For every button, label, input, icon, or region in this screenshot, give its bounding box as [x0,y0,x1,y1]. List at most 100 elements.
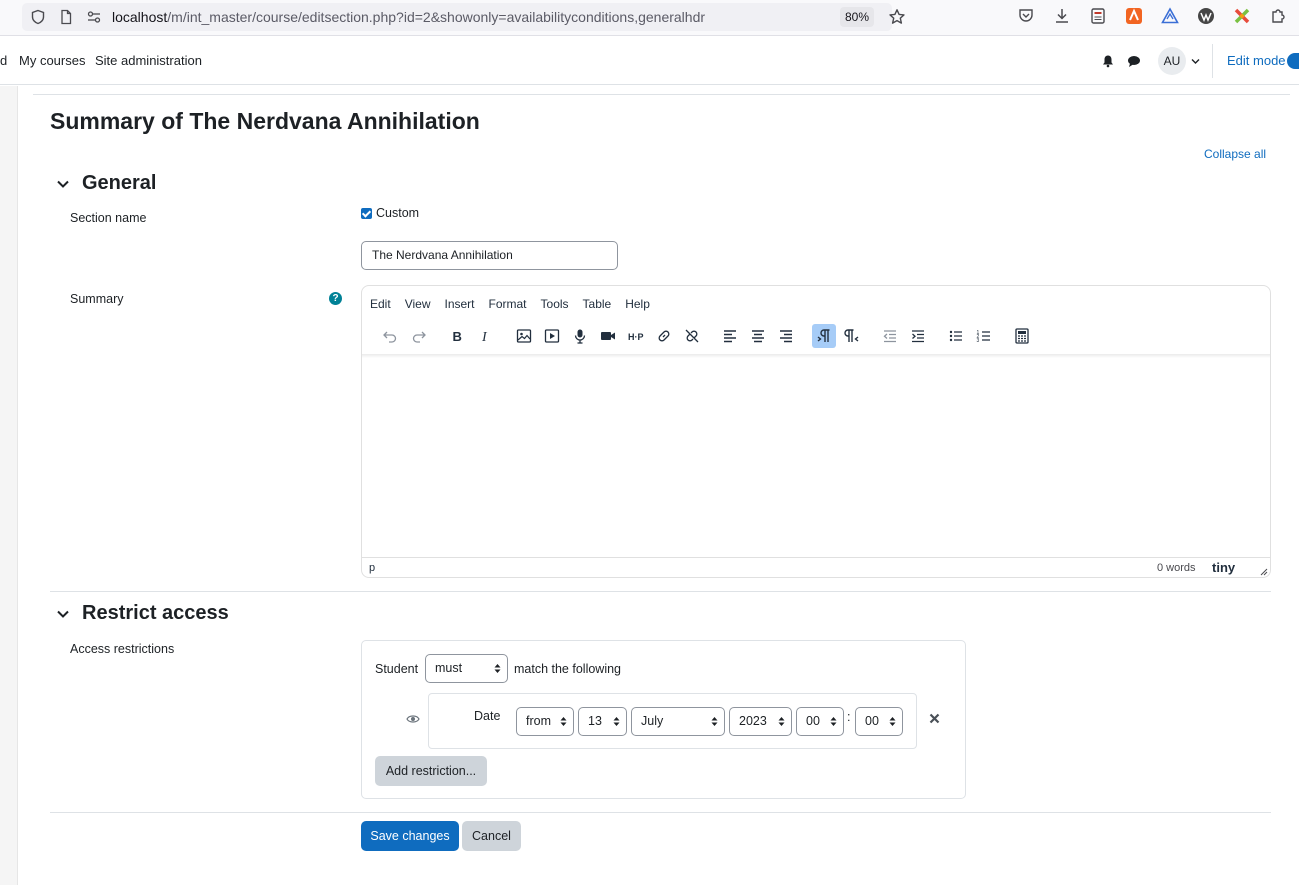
edit-mode-label[interactable]: Edit mode [1227,53,1286,68]
microphone-icon[interactable] [568,324,592,348]
shield-icon[interactable] [30,9,46,25]
video-camera-icon[interactable] [596,324,620,348]
editor-menu-insert[interactable]: Insert [444,297,474,311]
cancel-button[interactable]: Cancel [462,821,521,851]
page-icon[interactable] [58,9,74,25]
editor-menu-tools[interactable]: Tools [541,297,569,311]
section-name-input[interactable]: The Nerdvana Annihilation [361,241,618,270]
user-avatar[interactable]: AU [1158,47,1186,75]
permissions-icon[interactable] [86,9,102,25]
h5p-icon[interactable]: H·P [624,324,648,348]
reader-extension-icon[interactable] [1089,7,1107,25]
browser-toolbar: localhost/m/int_master/course/editsectio… [0,0,1299,36]
unlink-icon[interactable] [680,324,704,348]
page-title: Summary of The Nerdvana Annihilation [50,108,480,134]
outdent-icon[interactable] [878,324,902,348]
year-select[interactable]: 2023 [729,707,792,736]
svg-text:3: 3 [977,338,980,344]
month-select[interactable]: July [631,707,725,736]
summary-editor[interactable]: Edit View Insert Format Tools Table Help B I H… [361,285,1271,578]
right-to-left-icon[interactable] [840,324,864,348]
delete-x-icon[interactable] [929,713,940,724]
eye-icon[interactable] [406,714,420,724]
month-value: July [641,714,664,728]
italic-icon[interactable]: I [473,324,497,348]
svg-text:I: I [481,330,488,344]
year-value: 2023 [739,714,767,728]
url-bar[interactable]: localhost/m/int_master/course/editsectio… [22,3,905,31]
save-changes-button[interactable]: Save changes [361,821,459,851]
custom-checkbox-box[interactable] [361,207,372,219]
image-icon[interactable] [512,324,536,348]
editor-statusbar: p 0 words tiny [362,557,1270,577]
chevron-down-icon[interactable] [55,606,71,622]
select-arrows-icon [889,717,896,726]
calculator-icon[interactable] [1010,324,1034,348]
resize-handle-icon[interactable] [1260,568,1268,576]
editor-menu-edit[interactable]: Edit [370,297,391,311]
minute-select[interactable]: 00 [855,707,903,736]
bullet-list-icon[interactable] [944,324,968,348]
day-select[interactable]: 13 [578,707,627,736]
user-menu-chevron-down-icon[interactable] [1191,58,1200,65]
media-icon[interactable] [540,324,564,348]
redo-icon[interactable] [407,324,431,348]
left-to-right-icon[interactable] [812,324,836,348]
section-divider [50,591,1271,592]
collapse-all-link[interactable]: Collapse all [1204,147,1266,161]
indent-icon[interactable] [906,324,930,348]
zoom-level[interactable]: 80% [840,7,875,27]
student-label: Student [375,662,419,676]
select-arrows-icon [778,717,785,726]
undo-icon[interactable] [378,324,402,348]
messages-icon[interactable] [1127,54,1141,68]
tiny-brand-text: tiny [1212,560,1236,575]
editor-menu-format[interactable]: Format [489,297,527,311]
hour-select[interactable]: 00 [796,707,844,736]
pocket-icon[interactable] [1017,7,1035,25]
nav-item-site-administration[interactable]: Site administration [95,53,202,68]
edit-mode-toggle[interactable] [1287,53,1299,69]
word-count[interactable]: 0 words [1157,562,1196,574]
select-arrows-icon [613,717,620,726]
bookmark-star-icon[interactable] [888,8,906,26]
link-icon[interactable] [652,324,676,348]
align-right-icon[interactable] [774,324,798,348]
editor-menubar: Edit View Insert Format Tools Table Help [370,297,664,311]
select-arrows-icon [560,717,567,726]
general-section-header[interactable]: General [55,172,156,195]
editor-menu-view[interactable]: View [405,297,431,311]
notification-bell-icon[interactable] [1101,54,1115,68]
wordpress-icon[interactable] [1197,7,1215,25]
add-restriction-button[interactable]: Add restriction... [375,756,487,786]
help-icon[interactable]: ? [329,292,342,305]
align-left-icon[interactable] [718,324,742,348]
nav-item-my-courses[interactable]: My courses [19,53,85,68]
bold-icon[interactable]: B [445,324,469,348]
access-restrictions-label: Access restrictions [70,642,175,656]
download-icon[interactable] [1053,7,1071,25]
editor-content-area[interactable] [362,358,1270,556]
extensions-puzzle-icon[interactable] [1269,7,1287,25]
editor-menu-table[interactable]: Table [583,297,612,311]
footer-divider [50,812,1271,813]
numbered-list-icon[interactable]: 123 [972,324,996,348]
element-path[interactable]: p [369,562,375,574]
custom-checkbox[interactable]: Custom [361,206,419,220]
restrict-access-section-header[interactable]: Restrict access [55,602,229,625]
direction-select[interactable]: from [516,707,574,736]
select-arrows-icon [711,717,718,726]
chevron-down-icon[interactable] [55,176,71,192]
joomla-icon[interactable] [1233,7,1251,25]
svg-text:H·P: H·P [628,332,644,342]
must-select-value: must [435,661,463,675]
colorful-extension-icon[interactable] [1125,7,1143,25]
editor-menu-help[interactable]: Help [625,297,650,311]
must-select[interactable]: must [425,654,508,683]
url-text[interactable]: localhost/m/int_master/course/editsectio… [112,9,705,25]
hour-value: 00 [806,714,820,728]
triangle-extension-icon[interactable] [1161,7,1179,25]
tiny-logo[interactable]: tiny [1212,560,1235,575]
align-center-icon[interactable] [746,324,770,348]
nav-item-partial[interactable]: d [0,53,7,68]
